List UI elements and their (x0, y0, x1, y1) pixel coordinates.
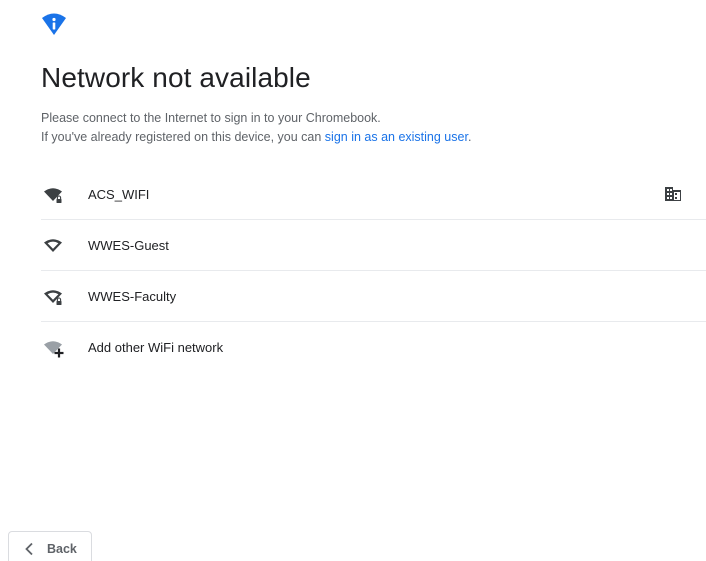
description-line-2: If you've already registered on this dev… (41, 128, 471, 147)
wifi-secured-icon (44, 188, 62, 203)
wifi-icon (44, 239, 62, 252)
description-suffix: . (467, 130, 472, 144)
network-name: WWES-Guest (88, 237, 169, 253)
wifi-info-icon (42, 13, 66, 35)
wifi-add-icon (44, 341, 64, 358)
description-line-1: Please connect to the Internet to sign i… (41, 111, 381, 125)
add-wifi-network-button[interactable]: Add other WiFi network (41, 322, 706, 372)
network-list: ACS_WIFI WWES-Guest WWES-Faculty Add oth… (41, 169, 706, 372)
chevron-left-icon (25, 542, 33, 556)
back-button-label: Back (47, 542, 77, 556)
network-name: Add other WiFi network (88, 339, 224, 355)
page-title: Network not available (41, 62, 311, 93)
wifi-secured-icon (44, 290, 62, 305)
description-prefix: If you've already registered on this dev… (41, 130, 325, 144)
sign-in-existing-user-link[interactable]: sign in as an existing user (325, 130, 468, 144)
page-description: Please connect to the Internet to sign i… (41, 109, 471, 147)
network-name: WWES-Faculty (88, 288, 177, 304)
network-screen: Network not available Please connect to … (0, 0, 706, 561)
network-item-wwes-guest[interactable]: WWES-Guest (41, 220, 706, 271)
network-item-acs-wifi[interactable]: ACS_WIFI (41, 169, 706, 220)
network-item-wwes-faculty[interactable]: WWES-Faculty (41, 271, 706, 322)
network-name: ACS_WIFI (88, 186, 150, 202)
enterprise-building-icon (665, 187, 681, 201)
back-button[interactable]: Back (8, 531, 92, 561)
